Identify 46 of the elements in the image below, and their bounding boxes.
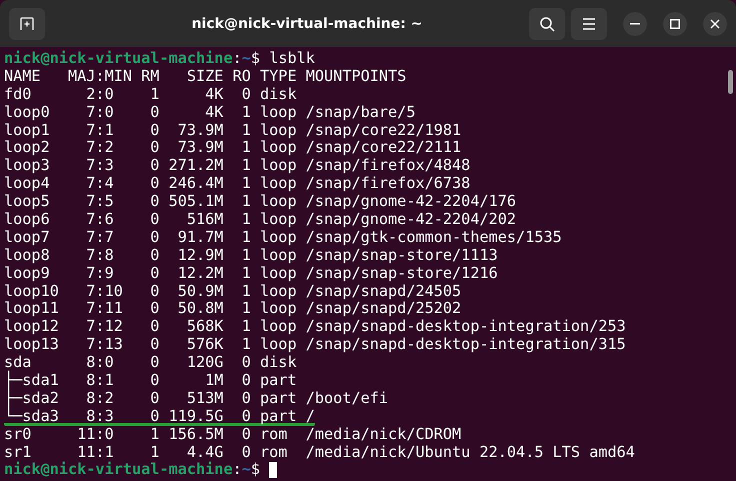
command-text: lsblk <box>268 50 315 68</box>
prompt-user-host: nick@nick-virtual-machine <box>4 461 233 480</box>
output-line: sr1 11:1 1 4.4G 0 rom /media/nick/Ubuntu 22.04.5 LTS amd64 <box>4 444 635 462</box>
output-line: loop8 7:8 0 12.9M 1 loop /snap/snap-store/1113 <box>4 246 498 265</box>
output-line: ├─sda2 8:2 0 513M 0 part /boot/efi <box>4 390 388 407</box>
output-line: loop4 7:4 0 246.4M 1 loop /snap/firefox/6738 <box>4 175 470 194</box>
output-line: loop0 7:0 0 4K 1 loop /snap/bare/5 <box>4 104 416 122</box>
text-cursor <box>269 462 278 478</box>
output-line: sr0 11:0 1 156.5M 0 rom /media/nick/CDROM <box>4 426 462 444</box>
output-line: loop11 7:11 0 50.8M 1 loop /snap/snapd/25202 <box>4 300 462 318</box>
menu-button[interactable] <box>571 8 607 40</box>
search-button[interactable] <box>529 8 565 40</box>
prompt-symbol: $ <box>250 461 260 480</box>
prompt-separator: : <box>232 461 242 480</box>
output-line: loop2 7:2 0 73.9M 1 loop /snap/core22/2111 <box>4 139 462 158</box>
maximize-icon <box>670 18 680 28</box>
scrollbar-thumb[interactable] <box>728 70 733 94</box>
new-tab-icon <box>19 16 35 32</box>
prompt-path: ~ <box>242 461 251 480</box>
prompt-symbol: $ <box>250 50 260 68</box>
output-line: loop10 7:10 0 50.9M 1 loop /snap/snapd/24505 <box>4 282 462 300</box>
output-line: ├─sda1 8:1 0 1M 0 part <box>4 372 297 390</box>
output-line: loop5 7:5 0 505.1M 1 loop /snap/gnome-42-2204/176 <box>4 193 516 212</box>
search-icon <box>539 16 555 32</box>
output-line: fd0 2:0 1 4K 0 disk <box>4 86 297 104</box>
output-line: loop9 7:9 0 12.2M 1 loop /snap/snap-store/1216 <box>4 264 498 283</box>
close-icon <box>710 18 720 28</box>
output-line: NAME MAJ:MIN RM SIZE RO TYPE MOUNTPOINTS <box>4 68 406 86</box>
maximize-button[interactable] <box>663 12 687 36</box>
new-tab-button[interactable] <box>9 8 45 40</box>
menu-icon <box>582 18 596 30</box>
minimize-button[interactable] <box>623 12 647 36</box>
output-line: loop6 7:6 0 516M 1 loop /snap/gnome-42-2204/202 <box>4 211 516 229</box>
prompt-separator: : <box>232 50 242 68</box>
minimize-icon <box>630 22 640 24</box>
output-line: loop7 7:7 0 91.7M 1 loop /snap/gtk-common-themes/1535 <box>4 228 562 247</box>
window-title: nick@nick-virtual-machine: ~ <box>190 16 424 32</box>
output-line: loop1 7:1 0 73.9M 1 loop /snap/core22/1981 <box>4 122 462 140</box>
close-button[interactable] <box>703 12 727 36</box>
output-line: sda 8:0 0 120G 0 disk <box>4 354 297 372</box>
output-line: loop13 7:13 0 576K 1 loop /snap/snapd-desktop-integration/315 <box>4 336 626 354</box>
prompt-path: ~ <box>242 50 251 68</box>
output-line: loop3 7:3 0 271.2M 1 loop /snap/firefox/4848 <box>4 157 470 176</box>
output-line: └─sda3 8:3 0 119.5G 0 part / <box>4 408 315 426</box>
prompt-user-host: nick@nick-virtual-machine <box>4 50 233 68</box>
output-line: loop12 7:12 0 568K 1 loop /snap/snapd-desktop-integration/253 <box>4 318 626 336</box>
